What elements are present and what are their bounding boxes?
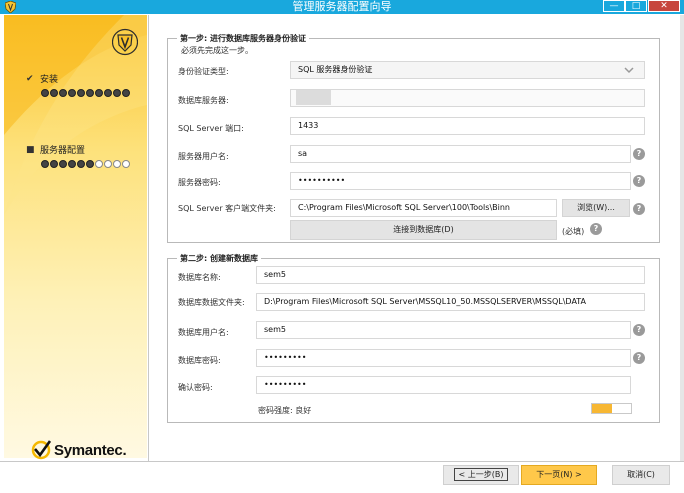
confirm-password-label: 确认密码: (178, 383, 213, 392)
back-button[interactable]: < 上一步(B) (443, 465, 519, 485)
panel-divider (148, 15, 149, 461)
db-folder-label: 数据库数据文件夹: (178, 298, 245, 307)
db-password-input[interactable]: ••••••••• (256, 349, 631, 367)
progress-dot (77, 89, 85, 97)
client-folder-input[interactable]: C:\Program Files\Microsoft SQL Server\10… (290, 199, 557, 217)
db-user-label: 数据库用户名: (178, 328, 229, 337)
title-bar: 管理服务器配置向导 — □ ✕ (0, 0, 684, 14)
progress-dot (95, 160, 103, 168)
port-input[interactable]: 1433 (290, 117, 645, 135)
right-edge (680, 15, 684, 461)
sidebar-step-install: ✔ 安装 (26, 72, 131, 97)
help-icon[interactable]: ? (633, 175, 645, 187)
auth-type-value: SQL 服务器身份验证 (298, 65, 373, 74)
password-strength-fill (592, 404, 612, 413)
help-icon[interactable]: ? (633, 352, 645, 364)
maximize-button[interactable]: □ (625, 0, 647, 12)
redacted-server-name (296, 90, 331, 105)
progress-dot (122, 160, 130, 168)
symantec-check-logo-icon (31, 440, 51, 460)
progress-dot (113, 89, 121, 97)
cancel-button[interactable]: 取消(C) (612, 465, 670, 485)
password-strength-meter (591, 403, 632, 414)
progress-dot (50, 160, 58, 168)
progress-dot (59, 160, 67, 168)
auth-type-dropdown[interactable]: SQL 服务器身份验证 (290, 61, 645, 79)
back-button-label: < 上一步(B) (453, 468, 509, 481)
server-password-input[interactable]: •••••••••• (290, 172, 631, 190)
progress-dot (86, 89, 94, 97)
next-button[interactable]: 下一页(N) > (521, 465, 597, 485)
progress-dot (95, 89, 103, 97)
db-folder-input[interactable]: D:\Program Files\Microsoft SQL Server\MS… (256, 293, 645, 311)
server-password-label: 服务器密码: (178, 178, 221, 187)
progress-dot (122, 89, 130, 97)
db-user-input[interactable]: sem5 (256, 321, 631, 339)
confirm-password-input[interactable]: ••••••••• (256, 376, 631, 394)
sidebar-step-label: 安装 (40, 75, 59, 85)
server-user-input[interactable]: sa (290, 145, 631, 163)
help-icon[interactable]: ? (590, 223, 602, 235)
checkmark-icon: ✔ (26, 73, 34, 84)
progress-dots (41, 89, 131, 97)
required-note: (必填) (562, 227, 585, 236)
password-strength-label: 密码强度: 良好 (258, 406, 312, 415)
client-folder-label: SQL Server 客户端文件夹: (178, 204, 276, 213)
db-server-input[interactable] (290, 89, 645, 107)
step1-subtitle: 必须先完成这一步。 (181, 46, 253, 55)
progress-dot (113, 160, 121, 168)
chevron-down-icon (624, 67, 634, 74)
progress-dot (59, 89, 67, 97)
window-title: 管理服务器配置向导 (292, 0, 392, 13)
progress-dot (50, 89, 58, 97)
connect-database-button[interactable]: 连接到数据库(D) (290, 220, 557, 240)
progress-dot (77, 160, 85, 168)
current-step-bullet-icon: ■ (26, 144, 35, 155)
sidebar-step-label: 服务器配置 (40, 146, 86, 156)
help-icon[interactable]: ? (633, 148, 645, 160)
browse-button[interactable]: 浏览(W)... (562, 199, 630, 217)
brand-name: Symantec. (54, 441, 127, 459)
port-label: SQL Server 端口: (178, 124, 244, 133)
db-name-input[interactable]: sem5 (256, 266, 645, 284)
sidebar-step-server-config: ■ 服务器配置 (26, 143, 131, 168)
progress-dot (41, 89, 49, 97)
help-icon[interactable]: ? (633, 203, 645, 215)
progress-dot (68, 160, 76, 168)
step2-title: 第二步: 创建新数据库 (177, 253, 261, 264)
wizard-sidebar: ✔ 安装 ■ 服务器配置 Symantec. (4, 15, 147, 460)
progress-dot (41, 160, 49, 168)
auth-type-label: 身份验证类型: (178, 67, 229, 76)
symantec-logo-badge-icon (112, 28, 138, 56)
minimize-button[interactable]: — (603, 0, 625, 12)
db-password-label: 数据库密码: (178, 356, 221, 365)
help-icon[interactable]: ? (633, 324, 645, 336)
progress-dot (86, 160, 94, 168)
db-name-label: 数据库名称: (178, 273, 221, 282)
progress-dots (41, 160, 131, 168)
db-server-label: 数据库服务器: (178, 96, 229, 105)
progress-dot (104, 160, 112, 168)
server-user-label: 服务器用户名: (178, 152, 229, 161)
footer-divider (0, 461, 684, 462)
symantec-brand: Symantec. (31, 440, 127, 460)
progress-dot (68, 89, 76, 97)
step1-title: 第一步: 进行数据库服务器身份验证 (177, 33, 309, 44)
close-button[interactable]: ✕ (648, 0, 680, 12)
progress-dot (104, 89, 112, 97)
